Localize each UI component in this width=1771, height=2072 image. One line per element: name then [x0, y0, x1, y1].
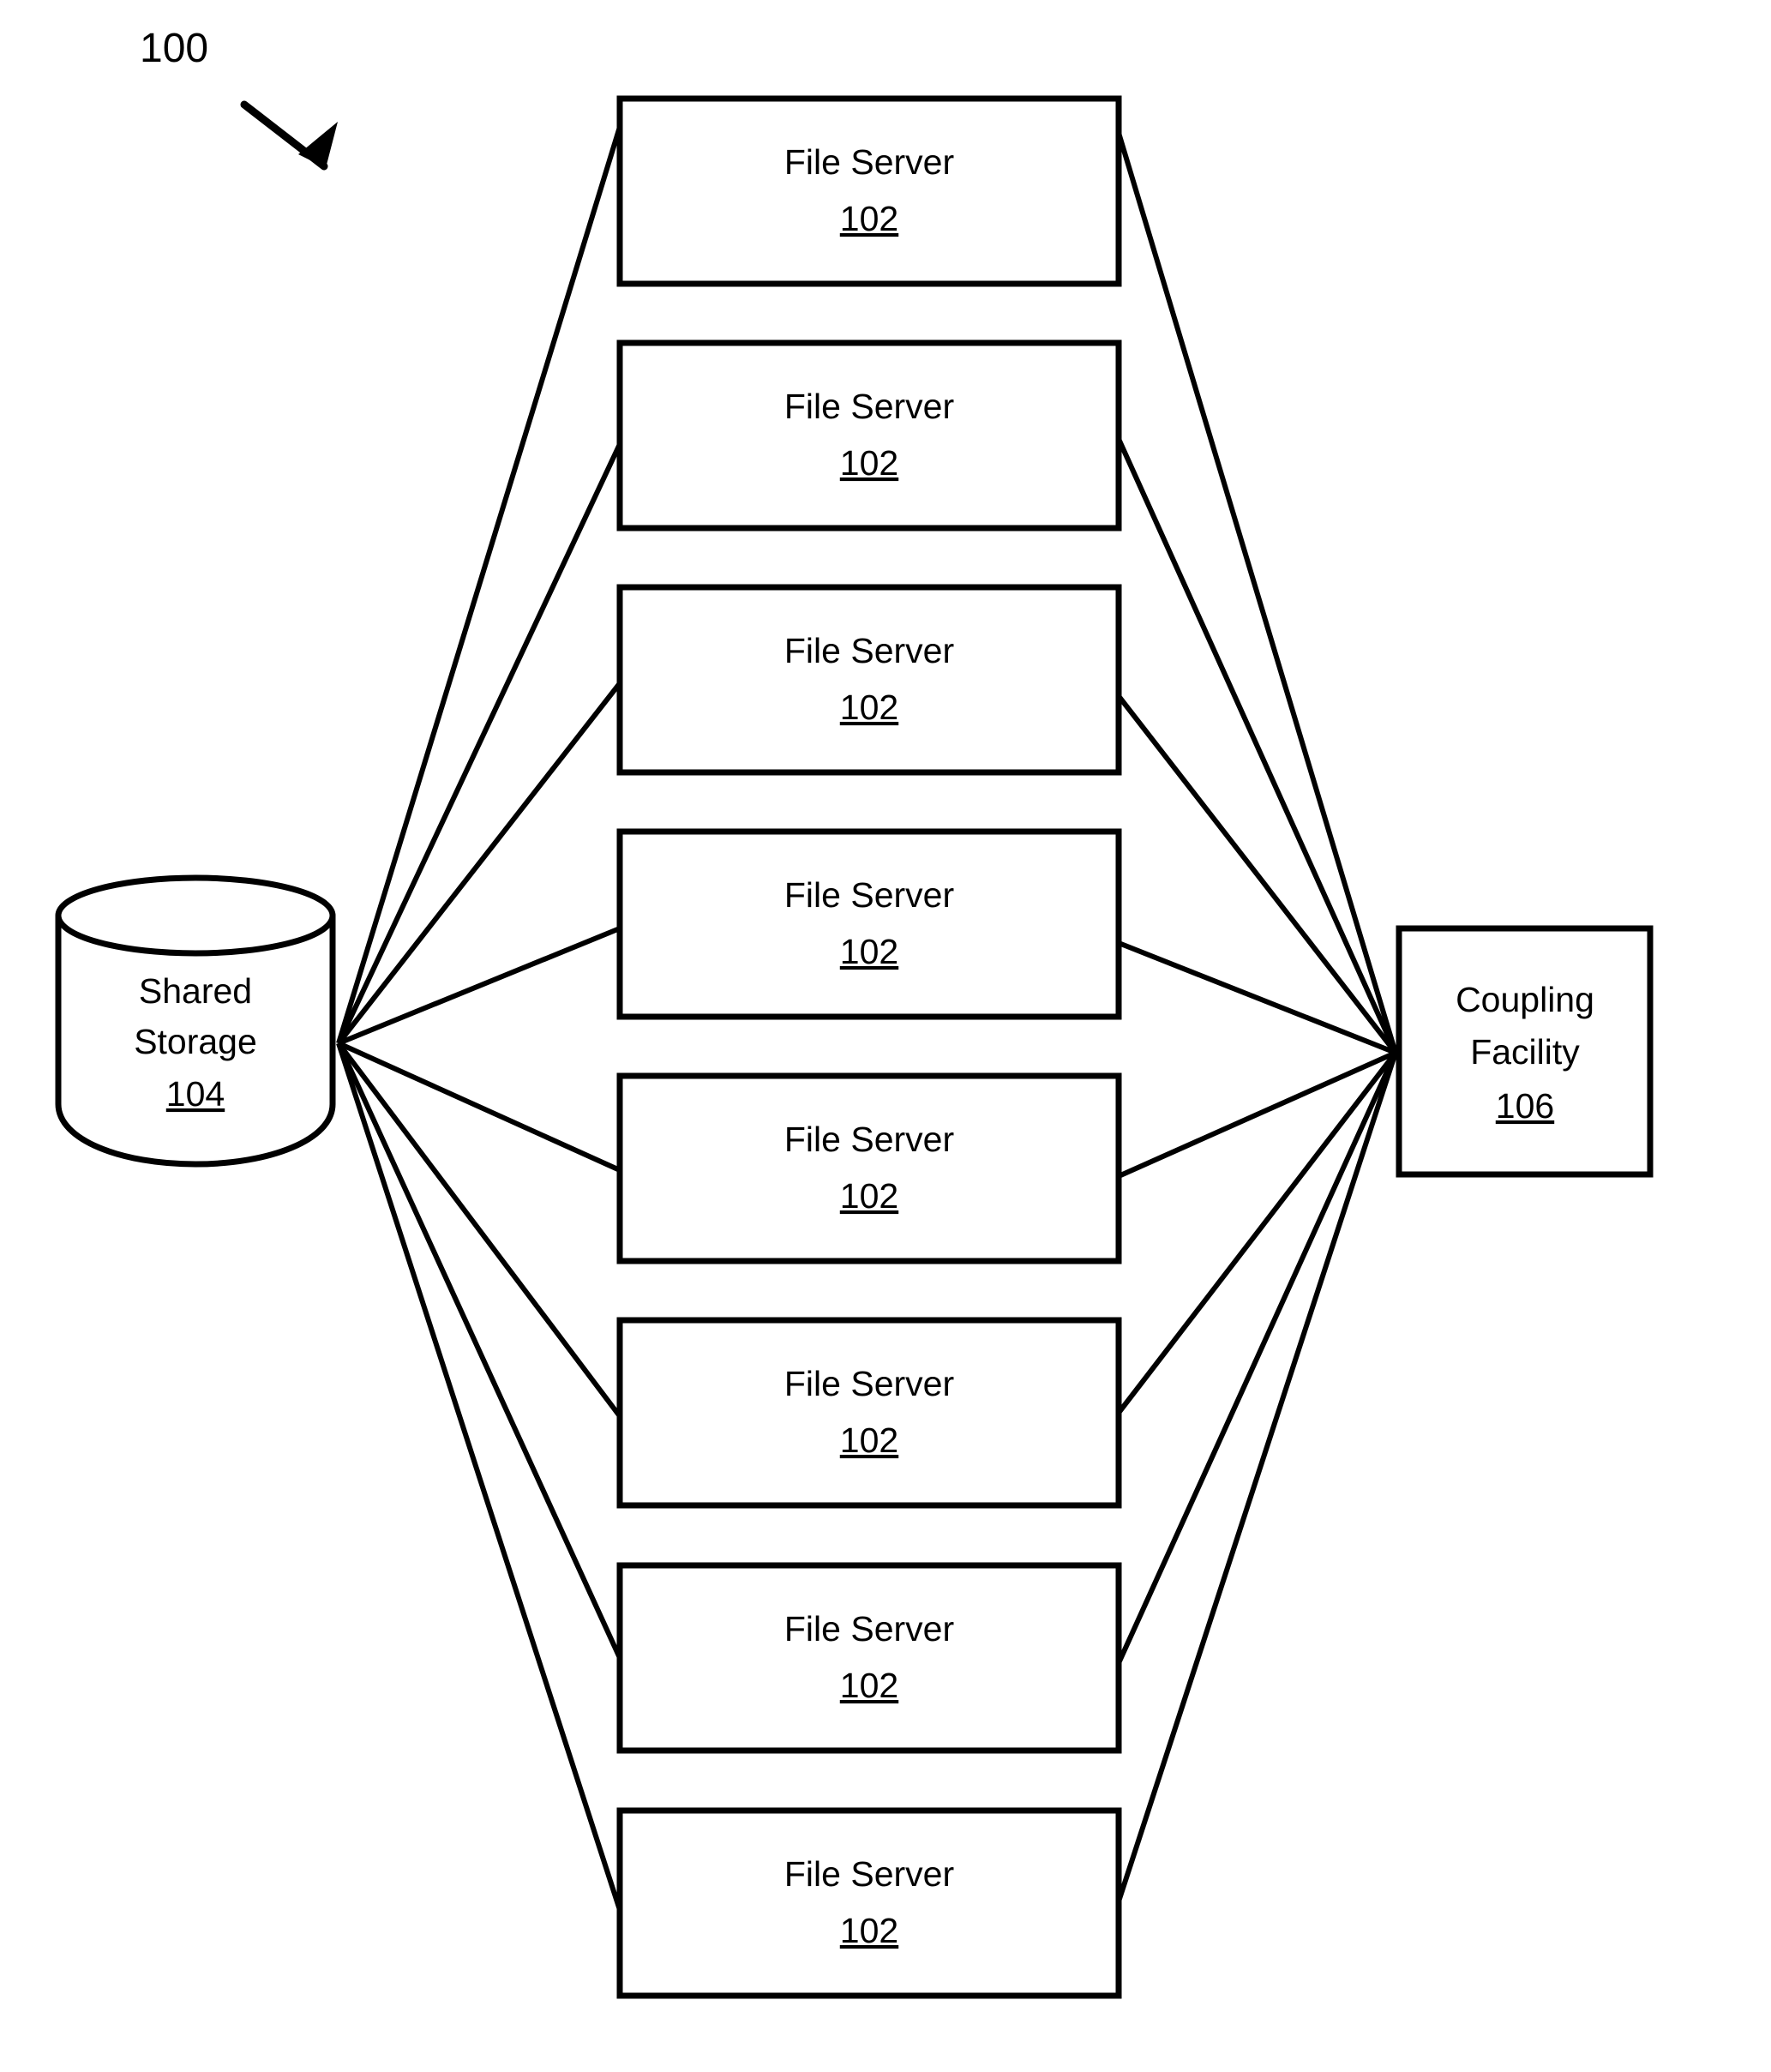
- file-server-label: File Server: [784, 875, 954, 915]
- file-server-box-1[interactable]: File Server 102: [616, 95, 1122, 287]
- link-storage-to-server-2: [336, 442, 622, 1045]
- file-server-rect: [616, 95, 1122, 287]
- shared-storage-label-line2: Storage: [134, 1022, 257, 1061]
- file-server-label: File Server: [784, 1120, 954, 1159]
- coupling-facility-label-line2: Facility: [1470, 1032, 1580, 1072]
- file-server-box-7[interactable]: File Server 102: [616, 1562, 1122, 1754]
- file-server-box-3[interactable]: File Server 102: [616, 584, 1122, 776]
- cylinder-top-ellipse: [55, 874, 336, 957]
- storage-connection-lines: [336, 126, 622, 1911]
- file-server-ref-numeral: 102: [840, 443, 898, 483]
- file-server-rect: [616, 1317, 1122, 1509]
- file-server-rect: [616, 584, 1122, 776]
- file-server-box-2[interactable]: File Server 102: [616, 339, 1122, 532]
- file-server-label: File Server: [784, 1364, 954, 1403]
- coupling-facility-node[interactable]: Coupling Facility 106: [1396, 925, 1654, 1178]
- file-server-box-5[interactable]: File Server 102: [616, 1072, 1122, 1264]
- file-server-rect: [616, 828, 1122, 1020]
- file-server-label: File Server: [784, 142, 954, 182]
- file-server-label: File Server: [784, 631, 954, 670]
- file-server-label: File Server: [784, 1609, 954, 1649]
- file-server-rect: [616, 1562, 1122, 1754]
- shared-storage-ref-numeral: 104: [166, 1074, 225, 1114]
- patent-figure-100: 100 Shared Storage 104 File Server 102 F…: [0, 0, 1771, 2072]
- coupling-connection-lines: [1116, 132, 1398, 1902]
- link-storage-to-server-5: [337, 1041, 621, 1173]
- shared-storage-label-line1: Shared: [139, 971, 252, 1011]
- coupling-facility-ref-numeral: 106: [1496, 1086, 1554, 1126]
- file-server-box-8[interactable]: File Server 102: [616, 1807, 1122, 1999]
- diagram-canvas: 100 Shared Storage 104 File Server 102 F…: [55, 26, 1654, 1999]
- file-server-rect: [616, 1807, 1122, 1999]
- file-server-ref-numeral: 102: [840, 1911, 898, 1950]
- file-server-box-6[interactable]: File Server 102: [616, 1317, 1122, 1509]
- link-storage-to-server-6: [336, 1042, 622, 1418]
- file-server-group: File Server 102 File Server 102 File Ser…: [616, 95, 1122, 1999]
- figure-callout: 100: [140, 26, 338, 171]
- shared-storage-node[interactable]: Shared Storage 104: [55, 874, 336, 1168]
- coupling-facility-label-line1: Coupling: [1456, 980, 1594, 1019]
- link-storage-to-server-1: [336, 126, 622, 1044]
- file-server-ref-numeral: 102: [840, 1666, 898, 1705]
- link-server-8-to-coupling: [1116, 1052, 1398, 1902]
- link-storage-to-server-7: [336, 1042, 622, 1660]
- file-server-box-4[interactable]: File Server 102: [616, 828, 1122, 1020]
- file-server-ref-numeral: 102: [840, 688, 898, 727]
- link-storage-to-server-8: [336, 1042, 622, 1911]
- link-storage-to-server-3: [336, 682, 622, 1045]
- file-server-label: File Server: [784, 387, 954, 426]
- link-server-5-to-coupling: [1117, 1050, 1397, 1179]
- link-server-1-to-coupling: [1116, 132, 1398, 1054]
- file-server-ref-numeral: 102: [840, 1420, 898, 1460]
- file-server-ref-numeral: 102: [840, 932, 898, 971]
- file-server-ref-numeral: 102: [840, 1176, 898, 1216]
- callout-label: 100: [140, 26, 208, 71]
- file-server-rect: [616, 1072, 1122, 1264]
- file-server-ref-numeral: 102: [840, 199, 898, 238]
- file-server-label: File Server: [784, 1854, 954, 1894]
- file-server-rect: [616, 339, 1122, 532]
- callout-arrowhead: [298, 122, 338, 168]
